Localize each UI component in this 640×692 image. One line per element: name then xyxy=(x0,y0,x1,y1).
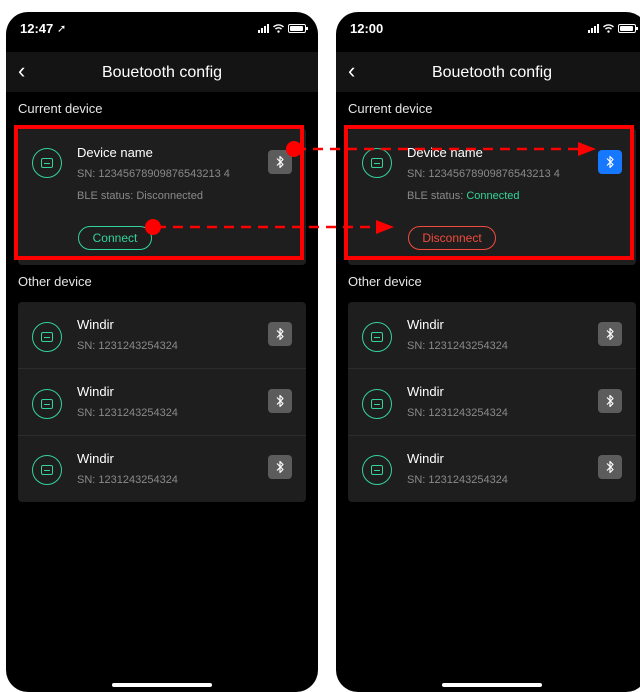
highlight-box-left xyxy=(14,125,304,260)
device-sn: SN: 1231243254324 xyxy=(407,407,508,419)
bluetooth-button[interactable] xyxy=(268,455,292,479)
status-bar: 12:47 ➚ xyxy=(6,12,318,52)
wifi-icon xyxy=(273,24,284,33)
device-sn: SN: 1231243254324 xyxy=(77,407,178,419)
highlight-box-right xyxy=(344,125,634,260)
device-name: Windir xyxy=(77,451,114,466)
device-icon xyxy=(362,389,392,419)
list-item[interactable]: Windir SN: 1231243254324 xyxy=(18,436,306,502)
device-name: Windir xyxy=(407,451,444,466)
current-device-heading: Current device xyxy=(18,101,103,116)
device-icon xyxy=(362,455,392,485)
device-sn: SN: 1231243254324 xyxy=(407,474,508,486)
annotation-dot-connect xyxy=(145,219,161,235)
bluetooth-button[interactable] xyxy=(598,455,622,479)
annotation-dot-bluetooth xyxy=(286,141,302,157)
list-item[interactable]: Windir SN: 1231243254324 xyxy=(18,302,306,368)
device-sn: SN: 1231243254324 xyxy=(407,340,508,352)
nav-bar: ‹ Bouetooth config xyxy=(336,52,640,92)
bluetooth-icon xyxy=(606,327,614,341)
signal-icon xyxy=(588,24,599,33)
list-item[interactable]: Windir SN: 1231243254324 xyxy=(348,369,636,435)
device-name: Windir xyxy=(407,317,444,332)
bluetooth-icon xyxy=(276,394,284,408)
device-icon xyxy=(32,322,62,352)
device-name: Windir xyxy=(77,384,114,399)
wifi-icon xyxy=(603,24,614,33)
phone-screen-disconnected: 12:47 ➚ ‹ Bouetooth config Current devic… xyxy=(6,12,318,692)
list-item[interactable]: Windir SN: 1231243254324 xyxy=(348,302,636,368)
list-item[interactable]: Windir SN: 1231243254324 xyxy=(18,369,306,435)
battery-icon xyxy=(288,24,308,33)
signal-icon xyxy=(258,24,269,33)
bluetooth-button[interactable] xyxy=(268,389,292,413)
home-indicator xyxy=(112,683,212,687)
status-time: 12:47 xyxy=(20,21,54,36)
status-icons xyxy=(258,24,308,33)
battery-icon xyxy=(618,24,638,33)
bluetooth-button[interactable] xyxy=(598,322,622,346)
list-item[interactable]: Windir SN: 1231243254324 xyxy=(348,436,636,502)
bluetooth-icon xyxy=(606,460,614,474)
status-bar: 12:00 xyxy=(336,12,640,52)
nav-bar: ‹ Bouetooth config xyxy=(6,52,318,92)
other-device-list: Windir SN: 1231243254324 Windir SN: 1231… xyxy=(348,302,636,502)
bluetooth-icon xyxy=(276,327,284,341)
other-device-heading: Other device xyxy=(348,274,422,289)
bluetooth-icon xyxy=(606,394,614,408)
other-device-list: Windir SN: 1231243254324 Windir SN: 1231… xyxy=(18,302,306,502)
page-title: Bouetooth config xyxy=(431,64,553,81)
device-icon xyxy=(362,322,392,352)
device-icon xyxy=(32,455,62,485)
device-sn: SN: 1231243254324 xyxy=(77,474,178,486)
device-name: Windir xyxy=(407,384,444,399)
device-name: Windir xyxy=(77,317,114,332)
device-sn: SN: 1231243254324 xyxy=(77,340,178,352)
status-icons xyxy=(588,24,638,33)
bluetooth-button[interactable] xyxy=(268,322,292,346)
other-device-heading: Other device xyxy=(18,274,92,289)
home-indicator xyxy=(442,683,542,687)
bluetooth-button[interactable] xyxy=(598,389,622,413)
current-device-heading: Current device xyxy=(348,101,433,116)
page-title: Bouetooth config xyxy=(101,64,223,81)
location-arrow-icon: ➚ xyxy=(57,23,67,35)
phone-screen-connected: 12:00 ‹ Bouetooth config Current device … xyxy=(336,12,640,692)
bluetooth-icon xyxy=(276,460,284,474)
status-time: 12:00 xyxy=(350,21,384,36)
device-icon xyxy=(32,389,62,419)
